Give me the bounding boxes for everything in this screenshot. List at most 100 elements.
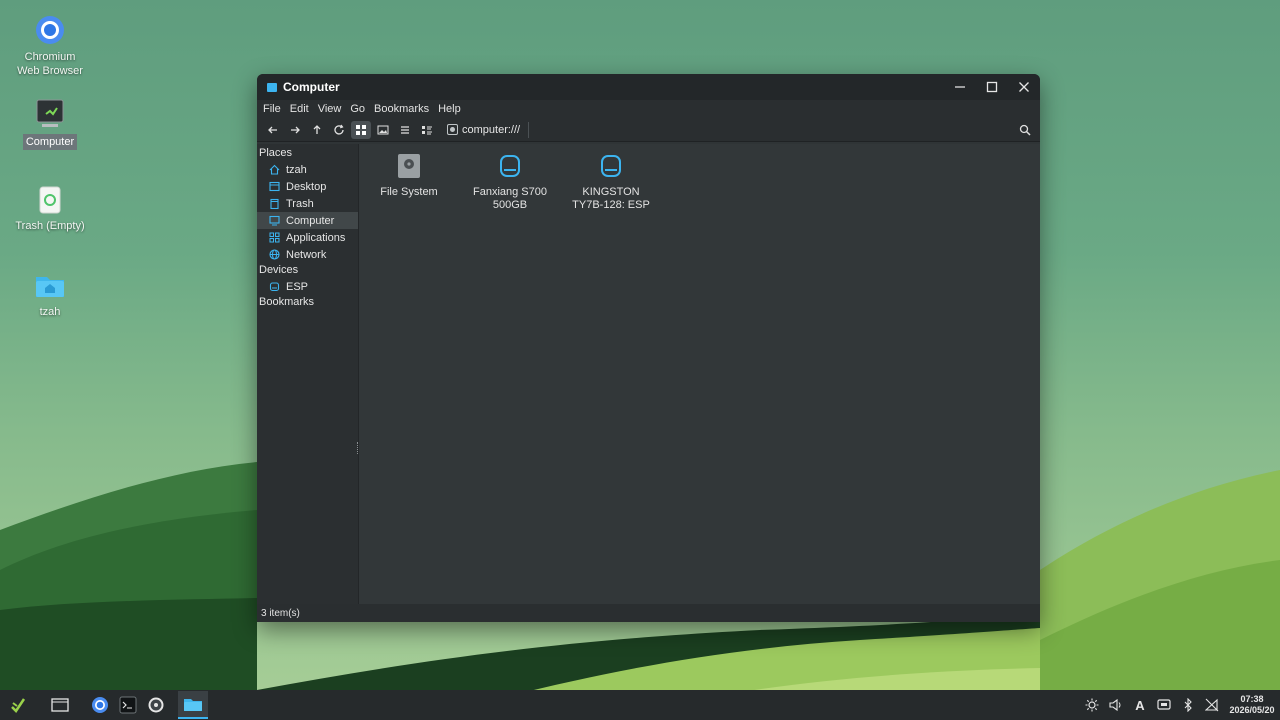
sidebar-item-trash[interactable]: Trash [257, 195, 358, 212]
sidebar-heading-bookmarks: Bookmarks [259, 296, 315, 308]
taskbar-chromium[interactable] [86, 691, 114, 719]
display-button[interactable] [1152, 690, 1176, 720]
desktop-icon-home[interactable]: tzah [5, 269, 95, 319]
list-icon [401, 125, 409, 134]
toolbar: computer:/// [257, 118, 1040, 142]
desktop-icon-label: tzah [39, 306, 61, 318]
sidebar-item-label: tzah [286, 163, 307, 176]
sidebar-item-network[interactable]: Network [257, 246, 358, 263]
search-icon [1019, 124, 1031, 136]
detailed-view-button[interactable] [417, 121, 437, 139]
file-item-filesystem[interactable]: File System [364, 152, 454, 199]
taskbar-terminal[interactable] [114, 691, 142, 719]
search-button[interactable] [1016, 121, 1034, 139]
chromium-icon [92, 697, 108, 713]
sidebar-splitter-handle[interactable] [357, 442, 358, 454]
location-bar[interactable]: computer:/// [447, 121, 530, 139]
keyboard-layout-indicator[interactable]: A [1128, 690, 1152, 720]
desktop-icon-label: Trash (Empty) [15, 220, 85, 232]
up-button[interactable] [307, 121, 327, 139]
brightness-button[interactable] [1080, 690, 1104, 720]
harddisk-icon [396, 152, 422, 180]
applications-icon [269, 232, 280, 243]
close-button[interactable] [1008, 74, 1040, 100]
computer-icon [269, 215, 280, 226]
status-text: 3 item(s) [261, 607, 300, 619]
menu-go[interactable]: Go [350, 103, 365, 115]
arrow-left-icon [268, 126, 277, 133]
trash-icon [269, 198, 280, 209]
sidebar-item-home[interactable]: tzah [257, 161, 358, 178]
desktop-icon-trash[interactable]: Trash (Empty) [5, 183, 95, 233]
display-icon [1157, 699, 1171, 710]
file-item-fanxiang[interactable]: Fanxiang S700 500GB [465, 152, 555, 212]
file-item-label-line2: 500GB [492, 199, 528, 211]
computer-icon [34, 98, 66, 130]
grid-view-icon [356, 124, 366, 135]
file-item-label-line2: TY7B-128: ESP [572, 199, 650, 211]
sidebar-item-computer[interactable]: Computer [257, 212, 358, 229]
drive-icon [447, 124, 458, 135]
menu-bar: File Edit View Go Bookmarks Help [257, 100, 1040, 118]
thumbnail-view-button[interactable] [373, 121, 393, 139]
menu-file[interactable]: File [263, 103, 281, 115]
desktop-icon-label: Computer [22, 134, 78, 150]
window-title: Computer [283, 80, 340, 94]
maximize-button[interactable] [976, 74, 1008, 100]
reload-button[interactable] [329, 121, 349, 139]
status-bar: 3 item(s) [257, 604, 1040, 622]
menu-edit[interactable]: Edit [290, 103, 309, 115]
menu-view[interactable]: View [318, 103, 342, 115]
sidebar-item-applications[interactable]: Applications [257, 229, 358, 246]
sidebar-item-label: Applications [286, 231, 346, 244]
minimize-button[interactable] [944, 74, 976, 100]
sidebar-item-label: Trash [286, 197, 314, 210]
sidebar-item-desktop[interactable]: Desktop [257, 178, 358, 195]
sidebar-item-esp[interactable]: ESP [257, 278, 358, 295]
folder-icon [184, 699, 202, 711]
terminal-icon [119, 696, 137, 714]
menu-bookmarks[interactable]: Bookmarks [374, 103, 429, 115]
speaker-icon [1109, 698, 1121, 712]
file-item-label: File System [380, 186, 438, 198]
desktop-icon-chromium[interactable]: Chromium Web Browser [5, 14, 95, 78]
details-list-icon [422, 125, 432, 134]
file-manager-window: Computer File Edit View Go Bookmarks Hel… [257, 74, 1040, 622]
sidebar-item-label: Desktop [286, 180, 327, 193]
network-globe-icon [269, 249, 280, 260]
clock-date: 2026/05/20 [1229, 705, 1275, 715]
start-menu-button[interactable] [4, 691, 32, 719]
drive-icon [598, 152, 624, 180]
desktop-icon-label: Chromium Web Browser [17, 51, 83, 77]
bluetooth-icon [1184, 698, 1192, 712]
menu-help[interactable]: Help [438, 103, 461, 115]
system-tray: A 07:38 2026/05/20 [1080, 690, 1280, 720]
reload-icon [334, 124, 344, 135]
network-disconnected-icon [1205, 698, 1219, 712]
brightness-icon [1085, 698, 1099, 712]
taskbar-file-manager[interactable] [178, 691, 208, 719]
compact-view-button[interactable] [395, 121, 415, 139]
bluetooth-button[interactable] [1176, 690, 1200, 720]
window-titlebar[interactable]: Computer [257, 74, 1040, 100]
clock[interactable]: 07:38 2026/05/20 [1224, 694, 1280, 716]
folder-icon [267, 82, 277, 92]
file-item-label: KINGSTON [582, 186, 640, 198]
file-item-label: Fanxiang S700 [473, 186, 547, 198]
desktop-icon-computer[interactable]: Computer [5, 98, 95, 150]
taskbar-settings[interactable] [142, 691, 170, 719]
drive-icon [269, 281, 280, 292]
forward-button[interactable] [285, 121, 305, 139]
settings-gear-icon [148, 697, 164, 713]
volume-button[interactable] [1104, 690, 1128, 720]
maximize-icon [986, 81, 998, 93]
network-button[interactable] [1200, 690, 1224, 720]
drive-icon [497, 152, 523, 180]
location-path: computer:/// [462, 123, 521, 136]
back-button[interactable] [263, 121, 283, 139]
show-desktop-button[interactable] [46, 691, 74, 719]
file-view[interactable]: File System Fanxiang S700 500GB KINGSTON… [359, 144, 1040, 604]
file-item-kingston[interactable]: KINGSTON TY7B-128: ESP [566, 152, 656, 212]
icon-view-button[interactable] [351, 120, 371, 139]
arrow-right-icon [291, 126, 300, 133]
